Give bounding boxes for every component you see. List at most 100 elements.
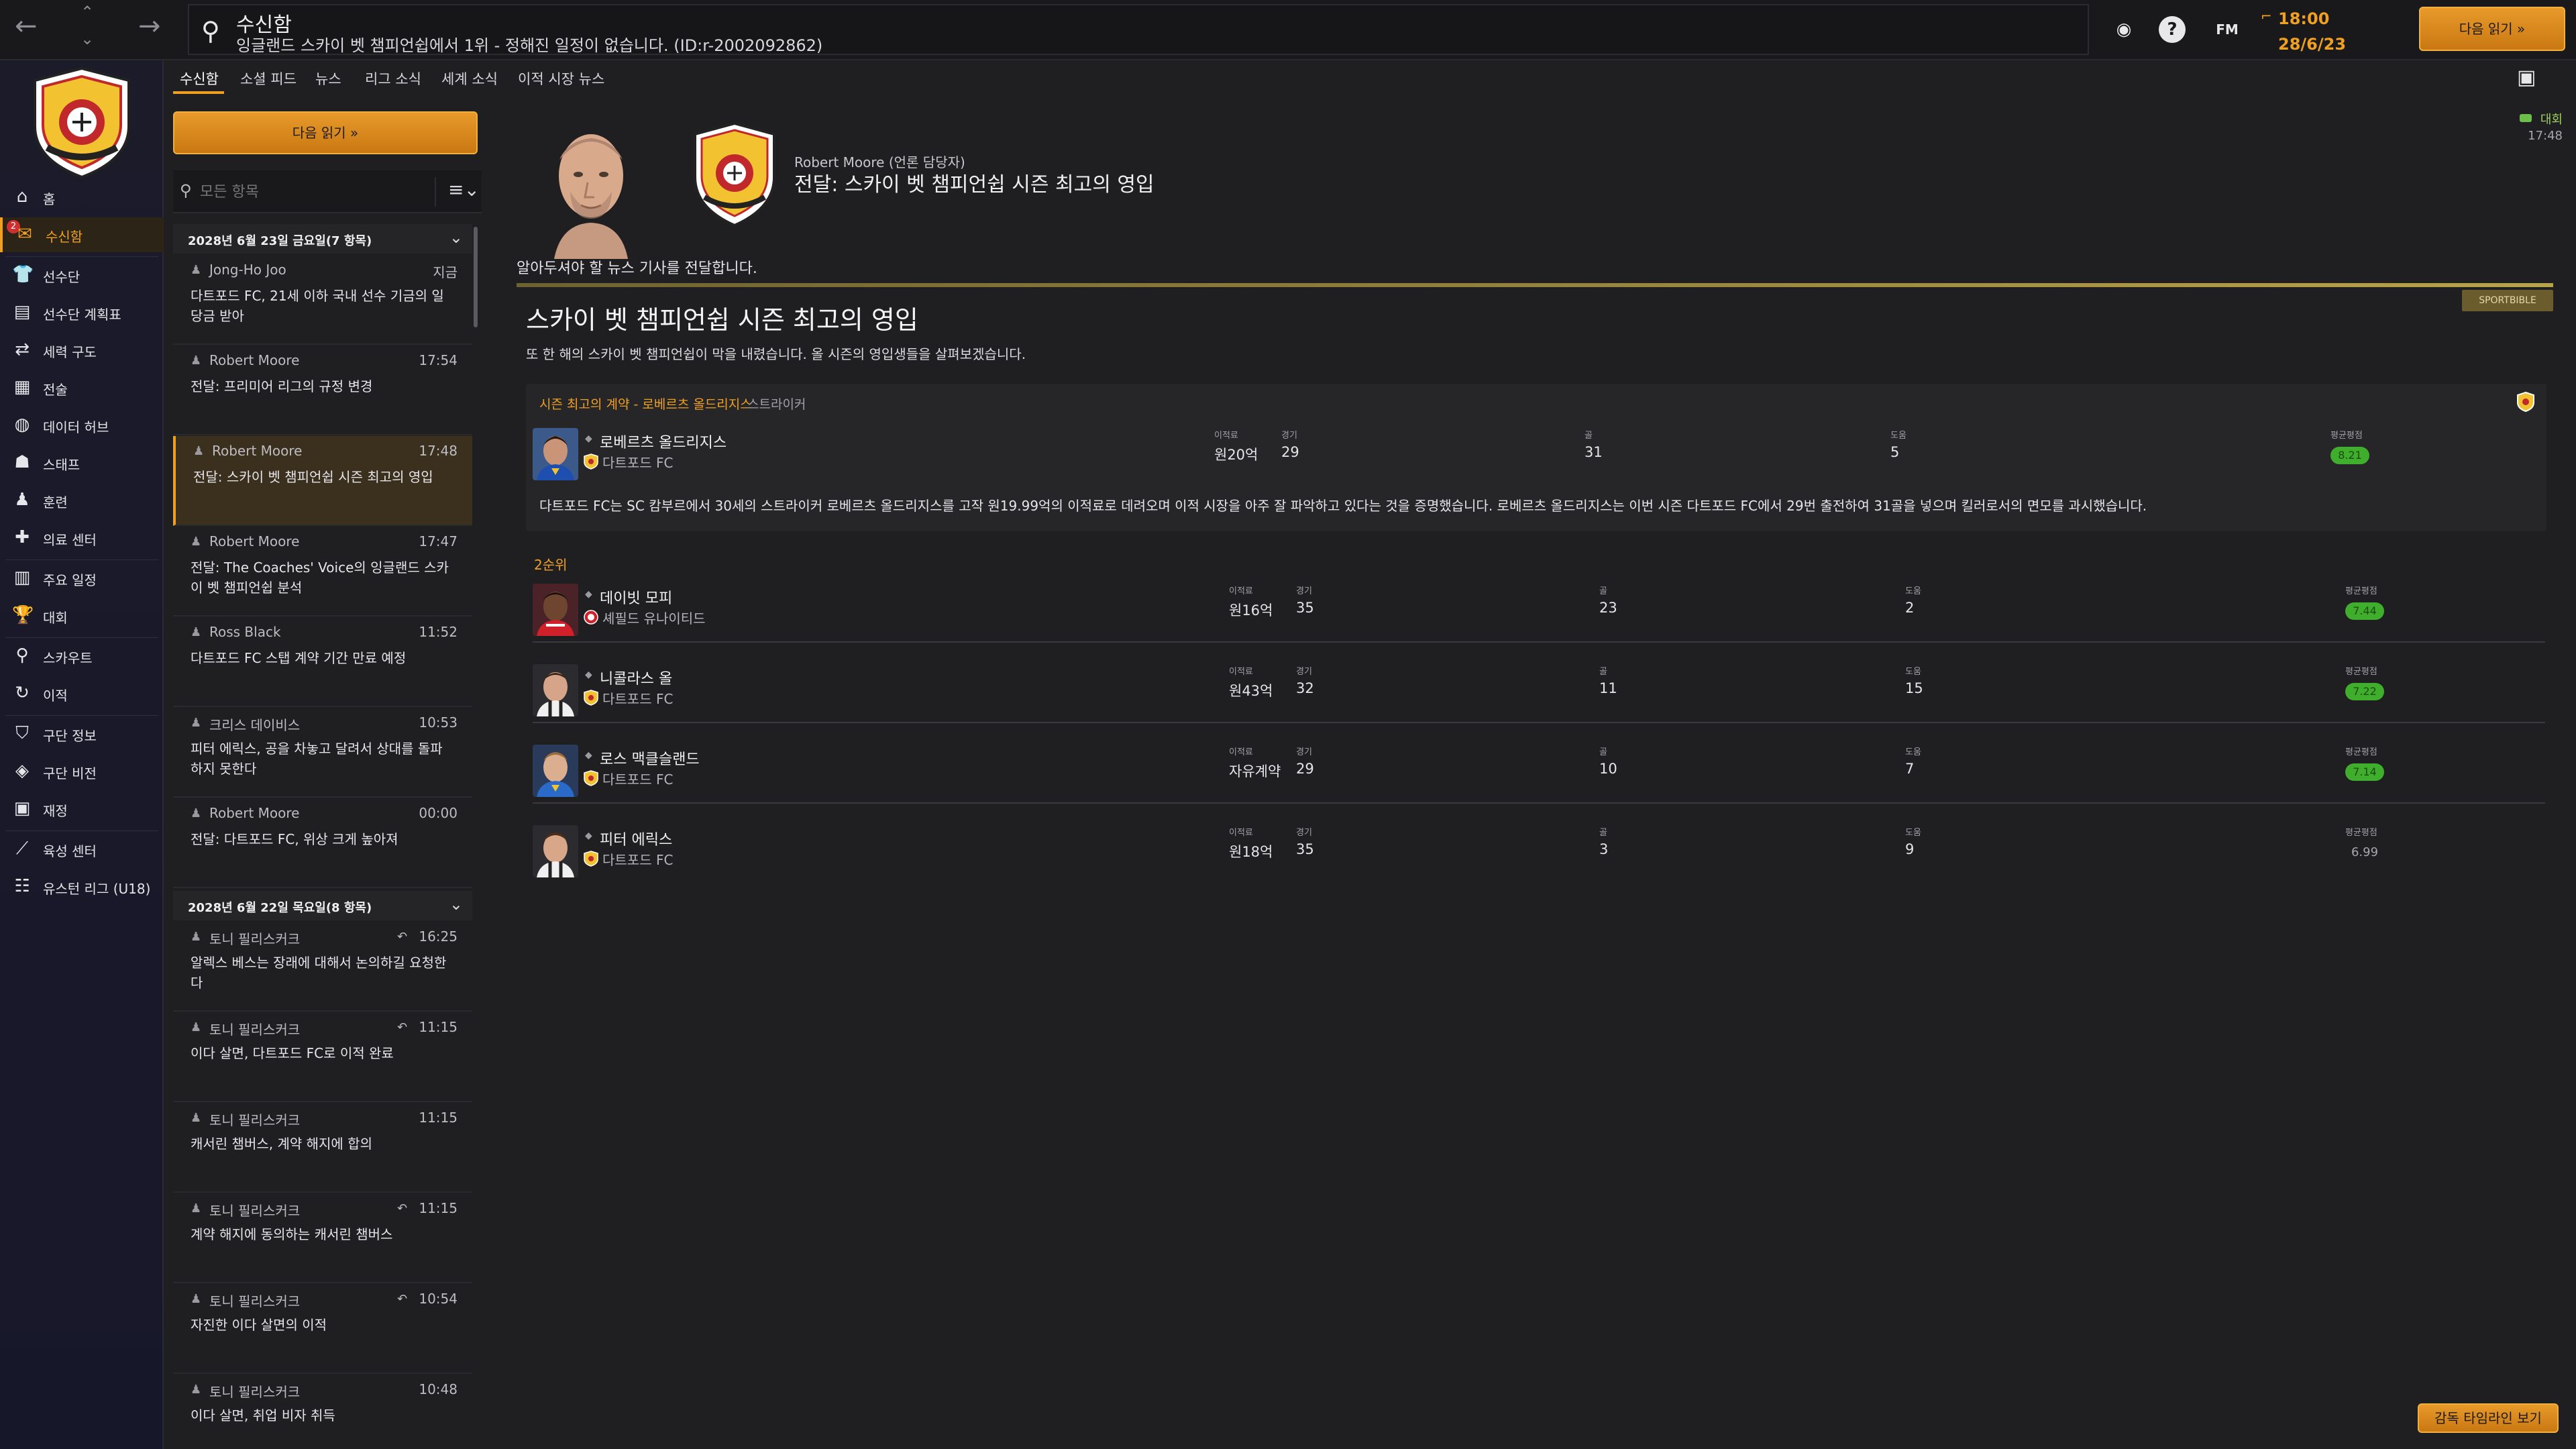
active-tab-indicator bbox=[173, 91, 224, 94]
inbox-message[interactable]: ♟ 토니 필리스커크 10:48 이다 살면, 취업 비자 취득 bbox=[173, 1375, 472, 1449]
sidebar-item-home[interactable]: ⌂ 홈 bbox=[0, 180, 164, 215]
player-name[interactable]: 데이빗 모피 bbox=[600, 586, 672, 608]
globe-icon[interactable]: ◉ bbox=[2110, 16, 2137, 43]
club-crest-icon bbox=[584, 851, 598, 867]
continue-reading-button[interactable]: 다음 읽기 » bbox=[173, 111, 478, 154]
sidebar-item-label: 의료 센터 bbox=[43, 532, 97, 548]
sidebar-item-training[interactable]: ♟ 훈련 bbox=[0, 483, 164, 518]
sidebar-item-data-hub[interactable]: ◍ 데이터 허브 bbox=[0, 408, 164, 443]
inbox-scrollbar[interactable] bbox=[474, 227, 478, 327]
sidebar-item-squad[interactable]: 👕 선수단 bbox=[0, 258, 164, 292]
sidebar-item-schedule[interactable]: ▥ 주요 일정 bbox=[0, 561, 164, 596]
inbox-message[interactable]: ♟ 토니 필리스커크 ↶ 11:15 계약 해지에 동의하는 캐서린 챔버스 bbox=[173, 1193, 472, 1283]
inbox-message[interactable]: ♟ 크리스 데이비스 10:53 피터 에릭스, 공을 차놓고 달려서 상대를 … bbox=[173, 708, 472, 798]
sidebar-item-label: 홈 bbox=[43, 191, 56, 207]
person-icon: ♟ bbox=[191, 806, 202, 820]
player-name[interactable]: 니콜라스 올 bbox=[600, 667, 672, 688]
inbox-message[interactable]: ♟ 토니 필리스커크 ↶ 16:25 알렉스 베스는 장래에 대해서 논의하길 … bbox=[173, 922, 472, 1012]
message-time: 11:15 bbox=[419, 1110, 458, 1126]
tab-inbox[interactable]: 수신함 bbox=[180, 68, 219, 89]
chevron-down-icon[interactable]: ⌄ bbox=[449, 895, 463, 914]
inbox-message[interactable]: ♟ Ross Black 11:52 다트포드 FC 스탭 계약 기간 만료 예… bbox=[173, 617, 472, 707]
chevron-up-icon[interactable]: ⌃ bbox=[80, 3, 94, 21]
player-club[interactable]: 다트포드 FC bbox=[602, 688, 673, 708]
tab-league-news[interactable]: 리그 소식 bbox=[365, 68, 421, 89]
runner-up-row[interactable]: ◆ 로스 맥클슬랜드 다트포드 FC 이적료 자유계약 경기 29 골 10 도… bbox=[533, 741, 2545, 804]
sidebar-item-label: 전술 bbox=[43, 382, 68, 398]
player-club[interactable]: 셰필드 유나이티드 bbox=[602, 608, 706, 627]
sidebar-item-label: 선수단 계획표 bbox=[43, 307, 121, 323]
player-apps: 35 bbox=[1296, 600, 1314, 616]
sidebar-item-medical[interactable]: ✚ 의료 센터 bbox=[0, 521, 164, 555]
sidebar-item-transfers[interactable]: ↻ 이적 bbox=[0, 676, 164, 711]
player-fee: 원16억 bbox=[1229, 602, 1273, 619]
inbox-group-header[interactable]: 2028년 6월 23일 금요일(7 항목) ⌄ bbox=[173, 224, 472, 254]
date-time-block[interactable]: ⌐ 18:00 28/6/23 bbox=[2261, 7, 2395, 54]
player-name[interactable]: 로베르츠 올드리지스 bbox=[600, 431, 727, 452]
best-player-row[interactable]: ◆ 로베르츠 올드리지스 다트포드 FC 이적료 원20억 경기 29 골 31… bbox=[533, 424, 2538, 487]
message-time: 지금 bbox=[433, 264, 458, 280]
inbox-message[interactable]: ♟ 토니 필리스커크 ↶ 10:54 자진한 이다 살면의 이적 bbox=[173, 1284, 472, 1374]
sidebar-item-tactics[interactable]: ▦ 전술 bbox=[0, 370, 164, 405]
training-icon: ♟ bbox=[14, 490, 30, 510]
sidebar-item-development[interactable]: ⟋ 육성 센터 bbox=[0, 832, 164, 867]
message-sender: 토니 필리스커크 bbox=[209, 1384, 301, 1400]
tab-transfer-news[interactable]: 이적 시장 뉴스 bbox=[518, 68, 604, 89]
list-options-icon[interactable]: ≡⌄ bbox=[448, 178, 480, 201]
best-signing-label[interactable]: 시즌 최고의 계약 - 로베르츠 올드리지스 bbox=[539, 394, 752, 413]
message-sender: 토니 필리스커크 bbox=[209, 1203, 301, 1219]
runner-up-row[interactable]: ◆ 피터 에릭스 다트포드 FC 이적료 원18억 경기 35 골 3 도움 9… bbox=[533, 821, 2545, 884]
chevron-down-icon[interactable]: ⌄ bbox=[80, 30, 94, 48]
sidebar-divider bbox=[5, 559, 158, 560]
player-club[interactable]: 다트포드 FC bbox=[602, 769, 673, 788]
inbox-group-header[interactable]: 2028년 6월 22일 목요일(8 항목) ⌄ bbox=[173, 891, 472, 920]
inbox-message[interactable]: ♟ 토니 필리스커크 11:15 캐서린 챔버스, 계약 해지에 합의 bbox=[173, 1103, 472, 1193]
chevron-down-icon[interactable]: ⌄ bbox=[449, 228, 463, 247]
forward-arrow-icon[interactable]: → bbox=[138, 11, 161, 42]
sidebar-item-dynamics[interactable]: ⇄ 세력 구도 bbox=[0, 333, 164, 368]
screenshot-icon[interactable]: ▣ bbox=[2517, 66, 2536, 89]
group-title: 2028년 6월 22일 목요일(8 항목) bbox=[188, 901, 372, 915]
sidebar-item-staff[interactable]: ☗ 스태프 bbox=[0, 445, 164, 480]
back-arrow-icon[interactable]: ← bbox=[15, 11, 38, 42]
sidebar-item-scouting[interactable]: ⚲ 스카우트 bbox=[0, 639, 164, 674]
runner-up-row[interactable]: ◆ 니콜라스 올 다트포드 FC 이적료 원43억 경기 32 골 11 도움 … bbox=[533, 660, 2545, 723]
message-category-tag: 대회 bbox=[2540, 113, 2563, 127]
sidebar-item-competitions[interactable]: 🏆 대회 bbox=[0, 598, 164, 633]
sidebar-item-finances[interactable]: ▣ 재정 bbox=[0, 792, 164, 826]
sidebar-divider bbox=[5, 830, 158, 831]
manager-timeline-button[interactable]: 감독 타임라인 보기 bbox=[2418, 1403, 2559, 1433]
sidebar-item-youth-league[interactable]: ☷ 유스턴 리그 (U18) bbox=[0, 869, 164, 904]
player-club[interactable]: 다트포드 FC bbox=[602, 452, 673, 472]
inbox-message[interactable]: ♟ Robert Moore 00:00 전달: 다트포드 FC, 위상 크게 … bbox=[173, 798, 472, 888]
sidebar-item-inbox[interactable]: 2 ✉ 수신함 bbox=[0, 217, 164, 252]
sidebar-item-squad-planner[interactable]: ▤ 선수단 계획표 bbox=[0, 295, 164, 330]
inbox-message[interactable]: ♟ Robert Moore 17:54 전달: 프리미어 리그의 규정 변경 bbox=[173, 345, 472, 435]
sponsor-logo: SPORTBIBLE bbox=[2462, 290, 2553, 311]
tab-social-feed[interactable]: 소셜 피드 bbox=[240, 68, 297, 89]
sidebar-item-club-info[interactable]: ⛉ 구단 정보 bbox=[0, 716, 164, 751]
sidebar-item-club-vision[interactable]: ◈ 구단 비전 bbox=[0, 754, 164, 789]
player-club[interactable]: 다트포드 FC bbox=[602, 849, 673, 869]
help-icon[interactable]: ? bbox=[2159, 16, 2186, 43]
inbox-message-selected[interactable]: ♟ Robert Moore 17:48 전달: 스카이 벳 챔피언쉽 시즌 최… bbox=[173, 436, 472, 526]
inbox-message[interactable]: ♟ Jong-Ho Joo 지금 다트포드 FC, 21세 이하 국내 선수 기… bbox=[173, 255, 472, 345]
continue-button[interactable]: 다음 읽기 » bbox=[2419, 7, 2565, 51]
rating-header: 평균평점 bbox=[2330, 431, 2363, 441]
inbox-message[interactable]: ♟ Robert Moore 17:47 전달: The Coaches' Vo… bbox=[173, 527, 472, 616]
runner-up-row[interactable]: ◆ 데이빗 모피 셰필드 유나이티드 이적료 원16억 경기 35 골 23 도… bbox=[533, 580, 2545, 643]
inbox-message[interactable]: ♟ 토니 필리스커크 ↶ 11:15 이다 살면, 다트포드 FC로 이적 완료 bbox=[173, 1012, 472, 1102]
inbox-search-input[interactable] bbox=[200, 177, 428, 207]
tab-news[interactable]: 뉴스 bbox=[315, 68, 341, 89]
club-crest-logo[interactable] bbox=[28, 66, 136, 180]
player-fee: 원18억 bbox=[1229, 844, 1273, 860]
assists-header: 도움 bbox=[1890, 431, 1907, 441]
fm-logo[interactable]: FM bbox=[2207, 16, 2247, 43]
player-name[interactable]: 로스 맥클슬랜드 bbox=[600, 747, 700, 769]
search-icon[interactable]: ⚲ bbox=[201, 16, 220, 46]
message-time: 10:48 bbox=[419, 1381, 458, 1397]
player-name[interactable]: 피터 에릭스 bbox=[600, 828, 672, 849]
title-search-bar[interactable]: ⚲ 수신함 잉글랜드 스카이 벳 챔피언쉽에서 1위 - 정해진 일정이 없습니… bbox=[188, 4, 2089, 55]
fee-header: 이적료 bbox=[1229, 667, 1253, 677]
tab-world-news[interactable]: 세계 소식 bbox=[441, 68, 498, 89]
